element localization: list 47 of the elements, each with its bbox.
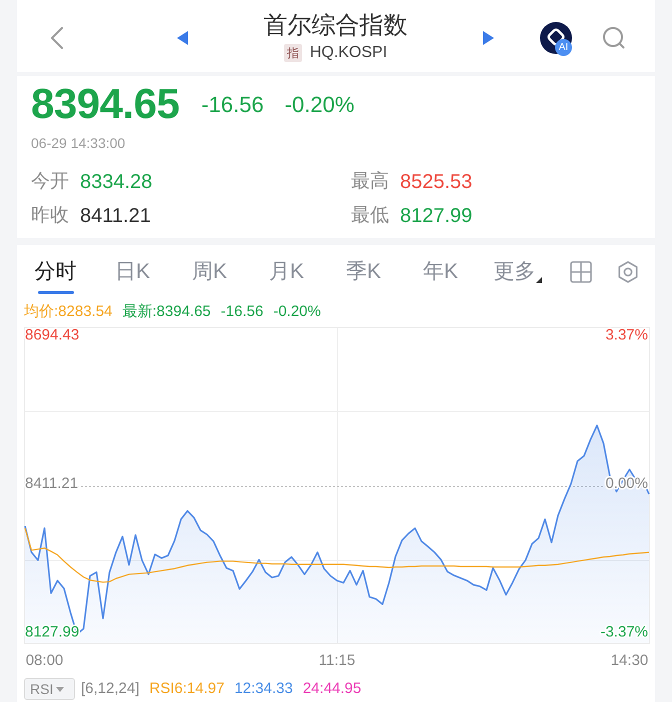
quote-time: 06-29 14:33:00 bbox=[31, 134, 126, 153]
indicator-dropdown[interactable]: RSI bbox=[24, 678, 75, 700]
settings-icon[interactable] bbox=[617, 260, 639, 282]
period-tab[interactable]: 季K bbox=[325, 245, 402, 298]
legend-value: -0.20% bbox=[273, 302, 321, 322]
legend-value: -16.56 bbox=[220, 302, 264, 322]
percent-change: -0.20% bbox=[284, 90, 354, 118]
price-change: -16.56 bbox=[201, 90, 264, 118]
y-axis-label: 8694.43 bbox=[25, 327, 80, 344]
last-price: 8394.65 bbox=[31, 80, 180, 128]
period-tab[interactable]: 月K bbox=[248, 245, 325, 298]
x-axis-label: 14:30 bbox=[610, 652, 648, 669]
ticker-code: HQ.KOSPI bbox=[310, 43, 388, 63]
legend-value: 均价:8283.54 bbox=[24, 302, 112, 322]
stat-label: 昨收 bbox=[31, 204, 70, 228]
period-tab[interactable]: 日K bbox=[94, 245, 171, 298]
period-tab[interactable]: 分时 bbox=[17, 245, 94, 298]
right-triangle-icon[interactable] bbox=[483, 30, 494, 44]
stat-value: 8334.28 bbox=[80, 170, 152, 195]
page-title: 首尔综合指数 bbox=[264, 12, 408, 40]
y-axis-label: 8411.21 bbox=[25, 475, 78, 492]
more-tab[interactable]: 更多 bbox=[479, 245, 556, 298]
stat-label: 今开 bbox=[31, 170, 70, 194]
index-type-badge: 指 bbox=[284, 44, 302, 62]
stat-label: 最低 bbox=[351, 204, 390, 228]
stat-value: 8127.99 bbox=[400, 204, 472, 229]
indicator-value: 24:44.95 bbox=[302, 678, 362, 699]
left-triangle-icon[interactable] bbox=[177, 30, 188, 44]
period-tab[interactable]: 年K bbox=[402, 245, 479, 298]
x-axis-label: 08:00 bbox=[26, 652, 64, 669]
percent-axis-label: -3.37% bbox=[600, 624, 648, 640]
legend-value: 最新:8394.65 bbox=[122, 302, 211, 322]
caret-down-icon bbox=[56, 686, 64, 692]
stat-value: 8525.53 bbox=[400, 170, 472, 195]
percent-axis-label: 3.37% bbox=[605, 327, 648, 344]
indicator-value: RSI6:14.97 bbox=[149, 678, 224, 699]
grid-icon[interactable] bbox=[570, 260, 592, 282]
stat-value: 8411.21 bbox=[80, 204, 151, 229]
x-axis-label: 11:15 bbox=[318, 652, 356, 669]
stat-label: 最高 bbox=[351, 170, 390, 194]
back-icon[interactable] bbox=[50, 26, 64, 48]
indicator-value: 12:34.33 bbox=[234, 678, 293, 699]
search-icon[interactable] bbox=[602, 26, 626, 48]
indicator-params: [6,12,24] bbox=[81, 678, 140, 699]
caret-icon bbox=[536, 277, 542, 283]
period-tab[interactable]: 周K bbox=[171, 245, 248, 298]
y-axis-label: 8127.99 bbox=[25, 624, 80, 640]
